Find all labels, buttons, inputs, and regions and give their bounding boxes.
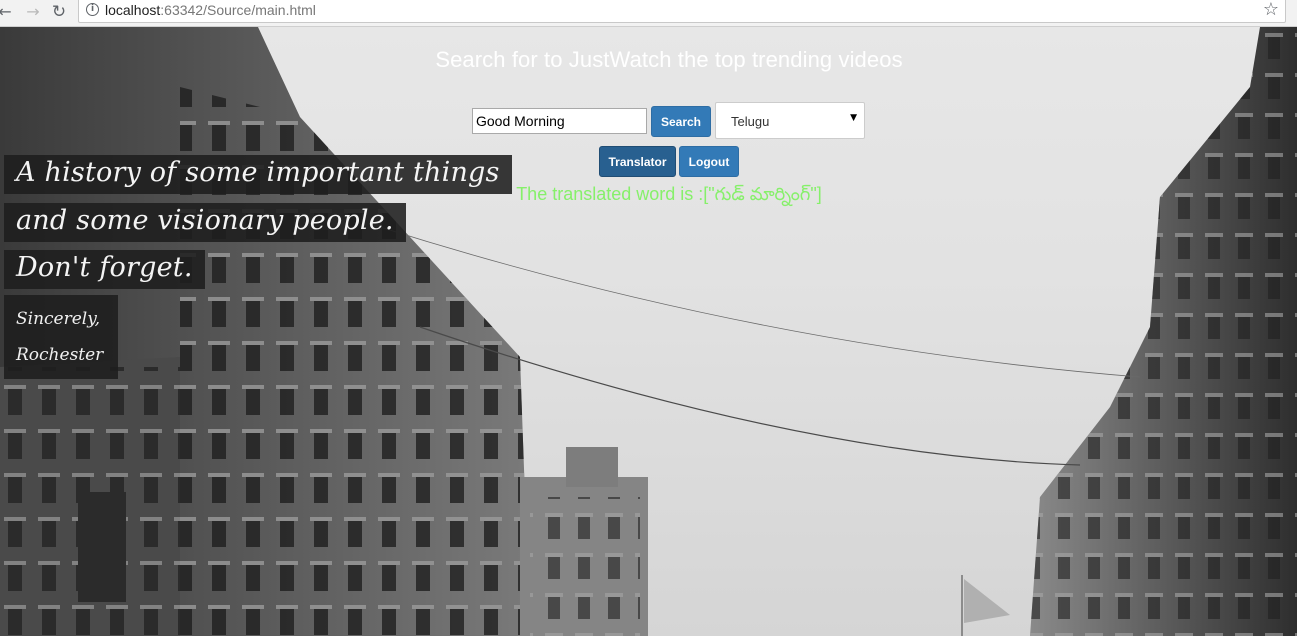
url-text[interactable]: localhost:63342/Source/main.html (105, 2, 316, 18)
street-scene-illustration (0, 27, 1297, 636)
language-select-value: Telugu (731, 114, 770, 129)
translation-result: The translated word is :["గుడ్ మార్నింగ్… (516, 184, 822, 204)
info-icon[interactable]: i (86, 3, 99, 16)
chevron-down-icon: ▼ (850, 113, 857, 123)
page-heading: Search for to JustWatch the top trending… (435, 47, 903, 72)
arrow-right-icon[interactable]: → (24, 2, 42, 22)
star-icon[interactable]: ☆ (1263, 0, 1279, 20)
address-bar[interactable]: i localhost:63342/Source/main.html ☆ (78, 0, 1286, 23)
browser-toolbar: ← → ↻ i localhost:63342/Source/main.html… (0, 0, 1297, 27)
signature-line: Rochester (16, 345, 104, 365)
logout-button[interactable]: Logout (679, 146, 739, 177)
language-select[interactable]: Telugu ▼ (715, 102, 865, 139)
search-button[interactable]: Search (651, 106, 711, 137)
reload-icon[interactable]: ↻ (50, 2, 68, 22)
arrow-left-icon[interactable]: ← (0, 2, 14, 22)
translator-button[interactable]: Translator (599, 146, 676, 177)
quote-signature: Sincerely, Rochester (4, 295, 118, 379)
search-input[interactable] (472, 108, 647, 134)
background-photo: A history of some important things and s… (0, 27, 1297, 636)
quote-line: Don't forget. (4, 250, 205, 289)
signature-line: Sincerely, (16, 309, 100, 329)
